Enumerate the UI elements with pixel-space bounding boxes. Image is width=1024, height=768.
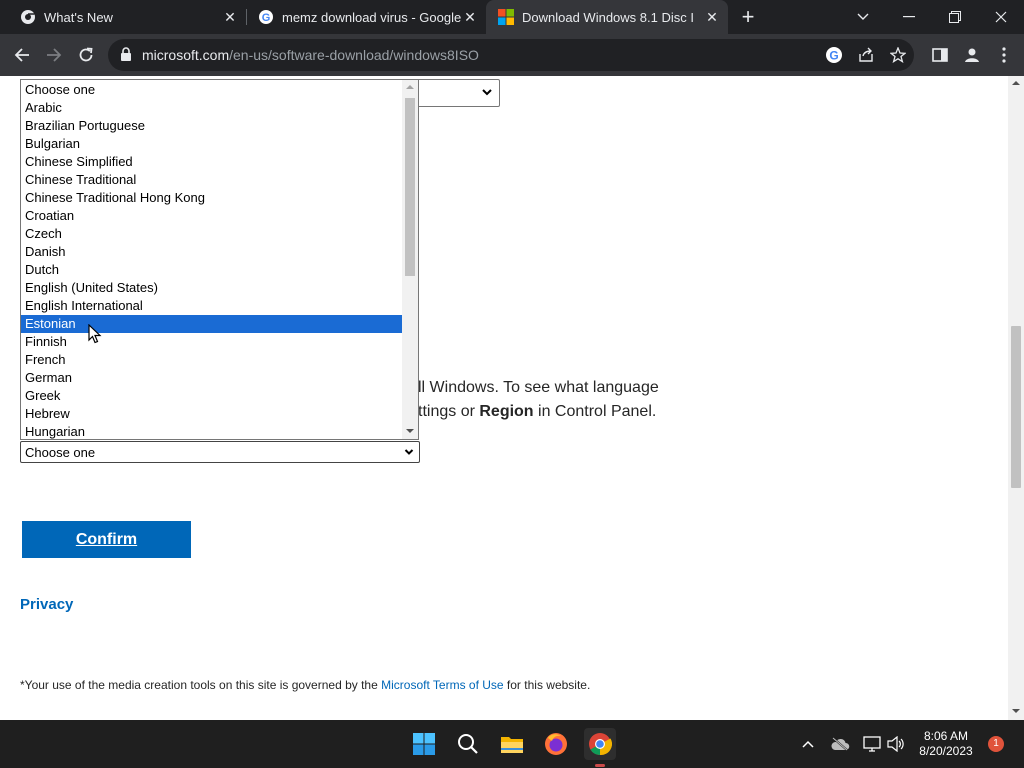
dropdown-scrollbar[interactable] bbox=[402, 80, 418, 439]
file-explorer-icon[interactable] bbox=[496, 728, 528, 760]
help-line-2-bold: Region bbox=[479, 403, 534, 420]
forward-button[interactable] bbox=[40, 41, 68, 69]
volume-icon[interactable] bbox=[886, 734, 906, 754]
google-icon: G bbox=[259, 10, 273, 24]
scroll-down-arrow-icon[interactable] bbox=[406, 428, 414, 434]
scroll-up-arrow-icon[interactable] bbox=[1012, 80, 1020, 86]
help-line-2-start: ttings or bbox=[418, 403, 480, 420]
language-help-text: ll Windows. To see what language ttings … bbox=[418, 376, 978, 424]
language-option[interactable]: French bbox=[21, 351, 402, 369]
address-bar[interactable]: microsoft.com/en-us/software-download/wi… bbox=[108, 39, 914, 71]
language-select[interactable]: Choose one bbox=[20, 441, 420, 463]
tab-title: memz download virus - Google S bbox=[282, 9, 462, 25]
firefox-icon[interactable] bbox=[540, 728, 572, 760]
language-option[interactable]: Chinese Simplified bbox=[21, 153, 402, 171]
url-text[interactable]: microsoft.com/en-us/software-download/wi… bbox=[142, 47, 479, 63]
confirm-button[interactable]: Confirm bbox=[22, 521, 191, 558]
scroll-down-arrow-icon[interactable] bbox=[1012, 708, 1020, 714]
active-app-indicator bbox=[595, 764, 605, 767]
terms-of-use-link[interactable]: Microsoft Terms of Use bbox=[381, 678, 503, 692]
help-line-2-end: in Control Panel. bbox=[533, 403, 657, 420]
clock-date: 8/20/2023 bbox=[919, 744, 973, 758]
help-line-1: ll Windows. To see what language bbox=[418, 379, 659, 396]
language-select-value: Choose one bbox=[25, 445, 96, 460]
page-scroll-thumb[interactable] bbox=[1011, 326, 1021, 488]
language-option[interactable]: Finnish bbox=[21, 333, 402, 351]
tab-search-chevron-icon[interactable] bbox=[840, 0, 886, 34]
window-close-button[interactable] bbox=[978, 0, 1024, 34]
chrome-taskbar-icon[interactable] bbox=[584, 728, 616, 760]
browser-toolbar: microsoft.com/en-us/software-download/wi… bbox=[0, 34, 1024, 76]
footnote-text: *Your use of the media creation tools on… bbox=[20, 678, 382, 692]
windows-start-icon[interactable] bbox=[408, 728, 440, 760]
mouse-cursor-icon bbox=[88, 324, 102, 344]
search-icon[interactable] bbox=[452, 728, 484, 760]
onedrive-cloud-icon[interactable] bbox=[830, 734, 850, 754]
chrome-icon bbox=[21, 10, 35, 24]
bookmark-star-icon[interactable] bbox=[888, 45, 908, 65]
help-line-2: ttings or Region in Control Panel. bbox=[418, 400, 978, 424]
url-path: /en-us/software-download/windows8ISO bbox=[229, 47, 479, 63]
tab-strip: What's New ✕ G memz download virus - Goo… bbox=[0, 0, 1024, 34]
language-option[interactable]: Brazilian Portuguese bbox=[21, 117, 402, 135]
footnote-text-end: for this website. bbox=[503, 678, 591, 692]
language-option[interactable]: English International bbox=[21, 297, 402, 315]
close-icon[interactable]: ✕ bbox=[462, 9, 478, 25]
side-panel-icon[interactable] bbox=[926, 41, 954, 69]
chevron-down-icon bbox=[482, 89, 492, 96]
restore-button[interactable] bbox=[932, 0, 978, 34]
url-host: microsoft.com bbox=[142, 47, 230, 63]
svg-text:G: G bbox=[829, 49, 838, 63]
close-icon[interactable]: ✕ bbox=[222, 9, 238, 25]
network-display-icon[interactable] bbox=[862, 734, 882, 754]
profile-icon[interactable] bbox=[958, 41, 986, 69]
dropdown-options: Choose one Arabic Brazilian Portuguese Bulg… bbox=[21, 81, 402, 439]
language-option[interactable]: German bbox=[21, 369, 402, 387]
language-option[interactable]: Chinese Traditional bbox=[21, 171, 402, 189]
reload-button[interactable] bbox=[72, 41, 100, 69]
language-option[interactable]: Croatian bbox=[21, 207, 402, 225]
tab-google-search[interactable]: G memz download virus - Google S ✕ bbox=[246, 0, 486, 34]
language-option[interactable]: Hungarian bbox=[21, 423, 402, 439]
language-option[interactable]: Danish bbox=[21, 243, 402, 261]
dropdown-scroll-thumb[interactable] bbox=[405, 98, 415, 276]
language-option[interactable]: Bulgarian bbox=[21, 135, 402, 153]
chevron-down-icon bbox=[404, 449, 414, 455]
lock-icon[interactable] bbox=[120, 47, 132, 62]
tab-title: Download Windows 8.1 Disc Ima bbox=[522, 9, 694, 25]
language-option[interactable]: English (United States) bbox=[21, 279, 402, 297]
google-lens-icon[interactable]: G bbox=[824, 45, 844, 65]
clock[interactable]: 8:06 AM 8/20/2023 bbox=[908, 729, 984, 759]
new-tab-button[interactable]: + bbox=[738, 6, 758, 28]
scroll-up-arrow-icon[interactable] bbox=[406, 84, 414, 90]
tab-title: What's New bbox=[44, 9, 113, 25]
share-icon[interactable] bbox=[856, 45, 876, 65]
more-menu-icon[interactable] bbox=[990, 41, 1018, 69]
back-button[interactable] bbox=[8, 41, 36, 69]
language-option[interactable]: Dutch bbox=[21, 261, 402, 279]
taskbar: 8:06 AM 8/20/2023 1 bbox=[0, 720, 1024, 768]
page-scrollbar[interactable] bbox=[1008, 76, 1024, 720]
clock-time: 8:06 AM bbox=[923, 729, 969, 743]
show-hidden-icons-chevron-icon[interactable] bbox=[798, 734, 818, 754]
microsoft-icon bbox=[498, 9, 514, 25]
tab-whats-new[interactable]: What's New ✕ bbox=[0, 0, 246, 34]
privacy-link[interactable]: Privacy bbox=[20, 596, 73, 613]
svg-text:G: G bbox=[262, 12, 271, 24]
close-icon[interactable]: ✕ bbox=[704, 9, 720, 25]
language-option[interactable]: Hebrew bbox=[21, 405, 402, 423]
minimize-button[interactable] bbox=[886, 0, 932, 34]
language-option[interactable]: Chinese Traditional Hong Kong bbox=[21, 189, 402, 207]
screen: What's New ✕ G memz download virus - Goo… bbox=[0, 0, 1024, 768]
language-option[interactable]: Estonian bbox=[21, 315, 402, 333]
language-dropdown-list[interactable]: Choose one Arabic Brazilian Portuguese Bulg… bbox=[20, 79, 419, 440]
terms-footnote: *Your use of the media creation tools on… bbox=[20, 678, 590, 692]
tab-download-windows[interactable]: Download Windows 8.1 Disc Ima ✕ bbox=[486, 0, 728, 34]
language-option[interactable]: Choose one bbox=[21, 81, 402, 99]
language-option[interactable]: Arabic bbox=[21, 99, 402, 117]
language-option[interactable]: Greek bbox=[21, 387, 402, 405]
notification-badge[interactable]: 1 bbox=[988, 736, 1004, 752]
language-option[interactable]: Czech bbox=[21, 225, 402, 243]
web-page: ll Windows. To see what language ttings … bbox=[0, 76, 1008, 720]
